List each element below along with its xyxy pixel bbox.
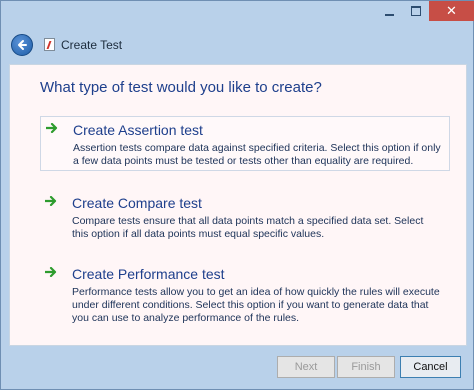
green-arrow-icon xyxy=(45,196,57,206)
option-title: Create Assertion test xyxy=(73,122,203,138)
back-button[interactable] xyxy=(11,34,33,56)
next-button[interactable]: Next xyxy=(277,356,335,378)
cancel-button[interactable]: Cancel xyxy=(400,356,461,378)
finish-button[interactable]: Finish xyxy=(337,356,395,378)
close-button[interactable]: ✕ xyxy=(429,1,474,21)
maximize-button[interactable] xyxy=(402,1,430,21)
minimize-button[interactable] xyxy=(375,1,403,21)
create-test-icon xyxy=(44,38,55,51)
option-title: Create Performance test xyxy=(72,266,225,282)
content-panel: What type of test would you like to crea… xyxy=(9,64,467,346)
page-question: What type of test would you like to crea… xyxy=(40,79,322,96)
option-description: Assertion tests compare data against spe… xyxy=(73,142,441,167)
option-performance-test[interactable]: Create Performance test Performance test… xyxy=(40,261,450,333)
minimize-icon xyxy=(384,13,394,16)
green-arrow-icon xyxy=(46,123,58,133)
back-arrow-icon xyxy=(18,40,27,50)
create-test-window: ✕ Create Test What type of test would yo… xyxy=(0,0,474,390)
option-description: Compare tests ensure that all data point… xyxy=(72,215,424,240)
option-title: Create Compare test xyxy=(72,195,202,211)
option-description: Performance tests allow you to get an id… xyxy=(72,286,440,324)
green-arrow-icon xyxy=(45,267,57,277)
close-icon: ✕ xyxy=(446,3,457,18)
option-assertion-test[interactable]: Create Assertion test Assertion tests co… xyxy=(40,116,450,171)
window-title: Create Test xyxy=(61,38,123,52)
maximize-icon xyxy=(411,6,421,16)
option-compare-test[interactable]: Create Compare test Compare tests ensure… xyxy=(40,190,450,250)
